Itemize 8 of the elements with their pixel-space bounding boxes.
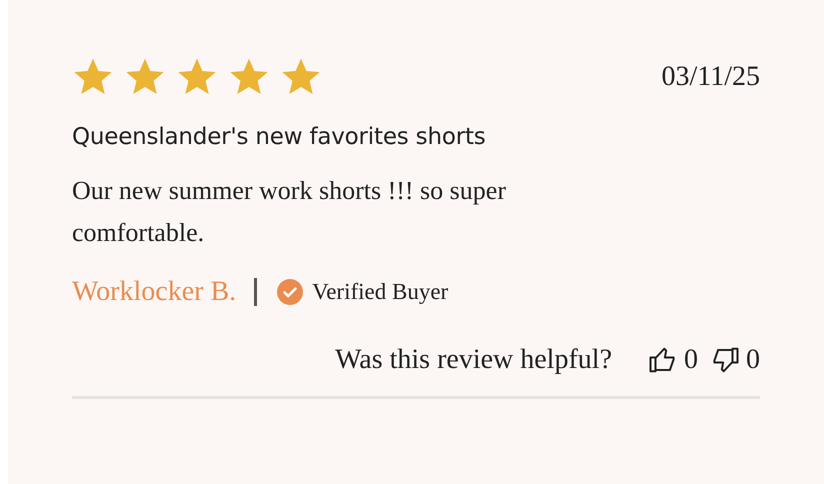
reviewer-name: Worklocker B. bbox=[72, 276, 236, 308]
review-text: Our new summer work shorts !!! so super comfortable. bbox=[72, 175, 507, 249]
verified-buyer-label: Verified Buyer bbox=[312, 279, 448, 305]
review-title: Queenslander's new favorites shorts bbox=[72, 124, 487, 150]
helpful-question: Was this review helpful? bbox=[335, 344, 612, 376]
thumbs-down-button[interactable]: 0 bbox=[710, 344, 760, 376]
thumbs-up-button[interactable]: 0 bbox=[648, 344, 698, 376]
review-date: 03/11/25 bbox=[661, 61, 760, 93]
